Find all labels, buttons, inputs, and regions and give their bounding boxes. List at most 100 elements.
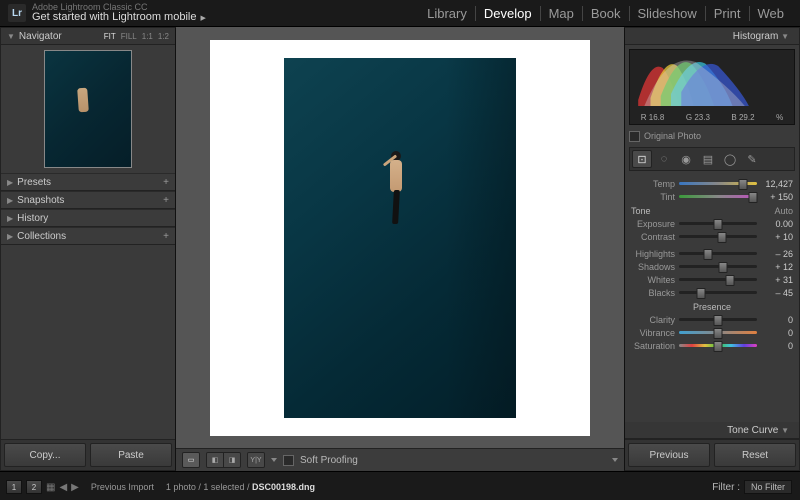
blacks-slider[interactable]	[679, 291, 757, 294]
previous-button[interactable]: Previous	[628, 443, 710, 467]
grad-filter-icon[interactable]: ▤	[698, 150, 718, 168]
module-book[interactable]: Book	[583, 6, 630, 21]
clarity-slider[interactable]	[679, 318, 757, 321]
brush-tool-icon[interactable]: ✎	[742, 150, 762, 168]
paste-button[interactable]: Paste	[90, 443, 172, 467]
histogram[interactable]: R 16.8 G 23.3 B 29.2 %	[629, 49, 795, 125]
auto-tone-button[interactable]: Auto	[774, 206, 793, 216]
hist-g: G 23.3	[686, 113, 710, 122]
module-library[interactable]: Library	[419, 6, 476, 21]
hist-b: B 29.2	[731, 113, 754, 122]
whites-slider[interactable]	[679, 278, 757, 281]
count-label: 1 photo / 1 selected / DSC00198.dng	[166, 482, 315, 492]
whites-value[interactable]: + 31	[761, 275, 793, 285]
radial-filter-icon[interactable]: ◯	[720, 150, 740, 168]
hist-pct: %	[776, 113, 783, 122]
snapshots-panel[interactable]: ▶Snapshots+	[1, 191, 175, 209]
saturation-value[interactable]: 0	[761, 341, 793, 351]
saturation-slider[interactable]	[679, 344, 757, 347]
clarity-label: Clarity	[631, 315, 675, 325]
filter-select[interactable]: No Filter	[744, 480, 792, 494]
clarity-value[interactable]: 0	[761, 315, 793, 325]
zoom-options: FIT FILL 1:1 1:2	[104, 32, 169, 41]
tint-label: Tint	[631, 192, 675, 202]
filter-label: Filter :	[712, 482, 740, 493]
shadows-slider[interactable]	[679, 265, 757, 268]
crop-tool-icon[interactable]: ⊡	[632, 150, 652, 168]
canvas-area: ▭ ◧◨ Y|Y Soft Proofing	[176, 27, 624, 471]
mobile-promo[interactable]: Get started with Lightroom mobile▶	[32, 12, 419, 24]
left-panel: ▼ Navigator FIT FILL 1:1 1:2 ▶Presets+ ▶…	[0, 27, 176, 471]
tool-strip: ⊡ ◌ ◉ ▤ ◯ ✎	[629, 147, 795, 171]
contrast-label: Contrast	[631, 232, 675, 242]
vibrance-slider[interactable]	[679, 331, 757, 334]
vibrance-value[interactable]: 0	[761, 328, 793, 338]
chevron-down-icon: ▼	[7, 32, 15, 41]
grid-view-icon[interactable]: ▦	[46, 482, 55, 493]
tint-slider[interactable]	[679, 195, 757, 198]
soft-proof-checkbox[interactable]	[283, 455, 294, 466]
develop-toolbar: ▭ ◧◨ Y|Y Soft Proofing	[176, 448, 624, 471]
hist-r: R 16.8	[641, 113, 665, 122]
view-mode-loupe[interactable]: ▭	[182, 452, 200, 468]
blacks-value[interactable]: – 45	[761, 288, 793, 298]
toolbar-right-menu-icon[interactable]	[612, 458, 618, 462]
screen-1[interactable]: 1	[6, 480, 22, 494]
histogram-header[interactable]: Histogram ▼	[625, 28, 799, 45]
spot-tool-icon[interactable]: ◌	[654, 150, 674, 168]
highlights-label: Highlights	[631, 249, 675, 259]
view-mode-compare[interactable]: ◧◨	[206, 452, 241, 468]
highlights-value[interactable]: – 26	[761, 249, 793, 259]
main-photo	[284, 58, 516, 418]
temp-slider[interactable]	[679, 182, 757, 185]
tone-curve-header[interactable]: Tone Curve ▼	[625, 422, 799, 439]
collections-panel[interactable]: ▶Collections+	[1, 227, 175, 245]
presets-panel[interactable]: ▶Presets+	[1, 173, 175, 191]
original-photo-toggle[interactable]: Original Photo	[629, 129, 795, 143]
exposure-value[interactable]: 0.00	[761, 219, 793, 229]
screen-2[interactable]: 2	[26, 480, 42, 494]
source-label[interactable]: Previous Import	[91, 482, 154, 492]
module-web[interactable]: Web	[750, 6, 793, 21]
image-canvas[interactable]	[176, 27, 624, 448]
basic-panel: Temp12,427 Tint+ 150 ToneAuto Exposure0.…	[625, 175, 799, 422]
module-slideshow[interactable]: Slideshow	[630, 6, 706, 21]
exposure-label: Exposure	[631, 219, 675, 229]
copy-button[interactable]: Copy...	[4, 443, 86, 467]
presence-head: Presence	[693, 302, 731, 312]
zoom-1-2[interactable]: 1:2	[158, 32, 169, 41]
zoom-1-1[interactable]: 1:1	[142, 32, 153, 41]
reset-button[interactable]: Reset	[714, 443, 796, 467]
module-picker: Library Develop Map Book Slideshow Print…	[419, 6, 792, 21]
navigator-preview[interactable]	[1, 45, 175, 173]
navigator-header[interactable]: ▼ Navigator FIT FILL 1:1 1:2	[1, 28, 175, 45]
history-panel[interactable]: ▶History	[1, 209, 175, 227]
contrast-slider[interactable]	[679, 235, 757, 238]
saturation-label: Saturation	[631, 341, 675, 351]
blacks-label: Blacks	[631, 288, 675, 298]
module-develop[interactable]: Develop	[476, 6, 541, 21]
shadows-label: Shadows	[631, 262, 675, 272]
temp-value[interactable]: 12,427	[761, 179, 793, 189]
soft-proof-label: Soft Proofing	[300, 455, 358, 466]
next-photo-icon[interactable]: ▶	[71, 482, 79, 493]
prev-photo-icon[interactable]: ◀	[59, 482, 67, 493]
module-print[interactable]: Print	[706, 6, 750, 21]
toolbar-menu-icon[interactable]	[271, 458, 277, 462]
temp-label: Temp	[631, 179, 675, 189]
right-panel: Histogram ▼ R 16.8 G 23.3 B 29.2 % Origi…	[624, 27, 800, 471]
vibrance-label: Vibrance	[631, 328, 675, 338]
highlights-slider[interactable]	[679, 252, 757, 255]
zoom-fill[interactable]: FILL	[121, 32, 137, 41]
contrast-value[interactable]: + 10	[761, 232, 793, 242]
exposure-slider[interactable]	[679, 222, 757, 225]
whites-label: Whites	[631, 275, 675, 285]
titlebar: Lr Adobe Lightroom Classic CC Get starte…	[0, 0, 800, 27]
redeye-tool-icon[interactable]: ◉	[676, 150, 696, 168]
zoom-fit[interactable]: FIT	[104, 32, 116, 41]
shadows-value[interactable]: + 12	[761, 262, 793, 272]
view-mode-before-after[interactable]: Y|Y	[247, 452, 265, 468]
tint-value[interactable]: + 150	[761, 192, 793, 202]
app-logo: Lr	[8, 4, 26, 22]
module-map[interactable]: Map	[541, 6, 583, 21]
